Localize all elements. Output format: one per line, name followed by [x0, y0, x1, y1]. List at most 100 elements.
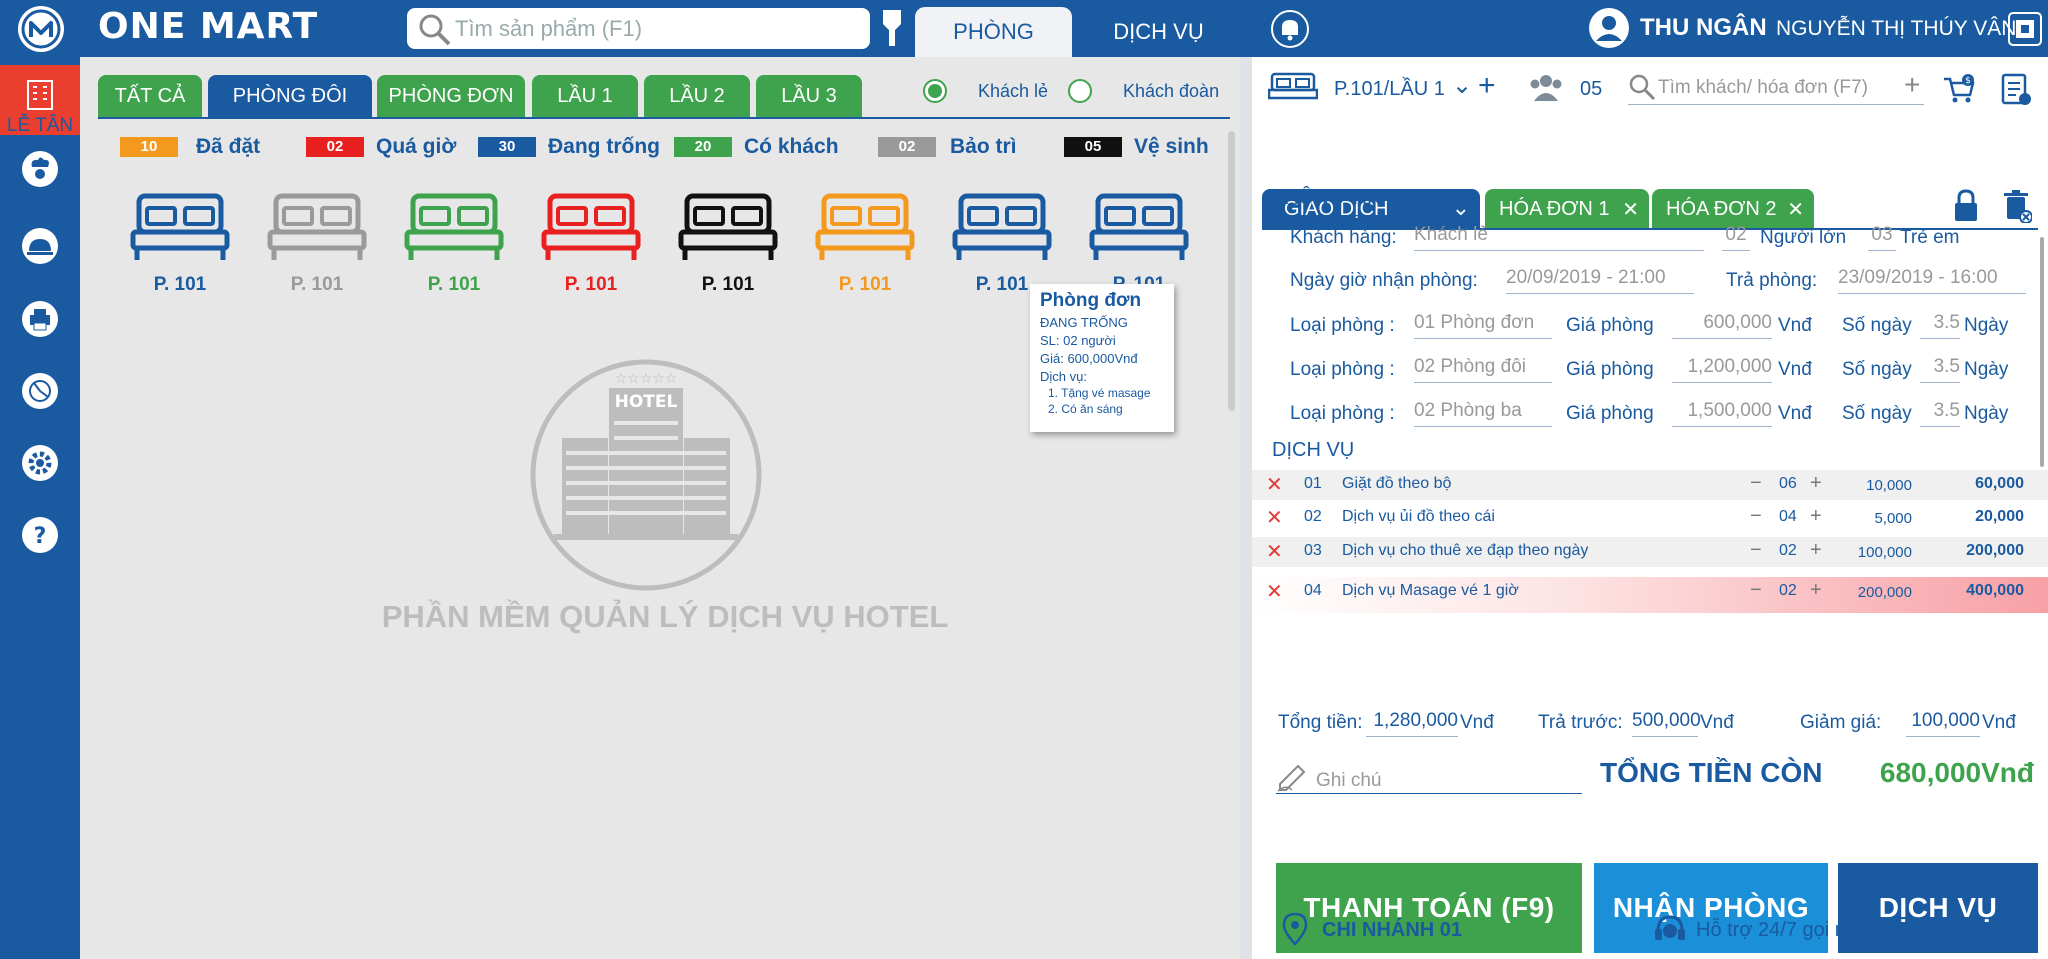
logo-icon[interactable]: [18, 6, 64, 52]
legend-label-booked: Đã đặt: [196, 135, 261, 158]
service-row[interactable]: ✕ 02 Dịch vụ ủi đồ theo cái −04 +5,000 20,000: [1252, 503, 2048, 533]
radio-group-label: Khách đoàn: [1123, 81, 1220, 101]
room-number: P. 101: [701, 274, 755, 295]
order-scrollbar[interactable]: [2040, 237, 2044, 467]
room-card[interactable]: P. 101: [673, 192, 783, 302]
room-price-label: Giá phòng: [1566, 315, 1654, 336]
tooltip-status: ĐANG TRỐNG: [1040, 315, 1128, 330]
pen-icon: [1277, 764, 1306, 792]
prepaid-input[interactable]: 500,000: [1632, 707, 1701, 737]
service-qty[interactable]: 02: [1779, 582, 1797, 600]
service-price: 5,000: [1874, 510, 1912, 527]
room-panel-scrollbar[interactable]: [1228, 131, 1235, 411]
filter-tab-all[interactable]: TẤT CẢ: [98, 75, 202, 117]
radio-group[interactable]: [1068, 79, 1092, 103]
trash-icon[interactable]: [2002, 189, 2032, 223]
room-price-input[interactable]: 1,500,000: [1672, 397, 1772, 427]
service-row[interactable]: ✕ 04 Dịch vụ Masage vé 1 giờ −02 +200,000 400…: [1252, 577, 2048, 613]
branch-name[interactable]: CHI NHÁNH 01: [1322, 919, 1462, 942]
remove-service-icon[interactable]: ✕: [1266, 472, 1283, 497]
room-card[interactable]: P. 101: [399, 192, 509, 302]
add-customer-icon[interactable]: +: [1904, 69, 1920, 101]
tab-service[interactable]: DỊCH VỤ: [1080, 7, 1237, 57]
filter-tab-single[interactable]: PHÒNG ĐƠN: [377, 75, 525, 117]
service-price: 200,000: [1857, 584, 1912, 601]
tab-room[interactable]: PHÒNG: [915, 7, 1072, 57]
close-icon[interactable]: ✕: [1622, 197, 1639, 222]
service-code: 03: [1304, 542, 1322, 559]
filter-tab-floor-1[interactable]: LẦU 1: [532, 75, 638, 117]
bell-icon[interactable]: [1270, 9, 1310, 54]
filter-tab-floor-3[interactable]: LẦU 3: [756, 75, 862, 117]
close-icon[interactable]: ✕: [1787, 197, 1804, 222]
remove-service-icon[interactable]: ✕: [1266, 505, 1283, 530]
increase-qty-icon[interactable]: +: [1810, 539, 1822, 562]
tab-underline: [98, 117, 1230, 119]
service-row[interactable]: ✕ 01 Giặt đồ theo bộ −06 +10,000 60,000: [1252, 470, 2048, 500]
decrease-qty-icon[interactable]: −: [1750, 539, 1762, 562]
children-input[interactable]: 03: [1868, 221, 1896, 251]
checklist-icon[interactable]: [2000, 71, 2032, 107]
sidebar-item-kitchen[interactable]: BẾP BAR: [0, 143, 80, 236]
remove-service-icon[interactable]: ✕: [1266, 579, 1283, 604]
guest-count[interactable]: 05: [1580, 78, 1602, 101]
increase-qty-icon[interactable]: +: [1810, 579, 1822, 602]
sidebar-item-printer[interactable]: MÁY IN: [0, 293, 80, 364]
note-input[interactable]: Ghi chú: [1276, 762, 1582, 794]
order-room[interactable]: P.101/LẦU 1: [1334, 78, 1445, 101]
qr-code-icon[interactable]: [2008, 12, 2042, 51]
sidebar-item-settings[interactable]: THIẾT LẬP: [0, 437, 80, 530]
decrease-qty-icon[interactable]: −: [1750, 579, 1762, 602]
lock-icon[interactable]: [1952, 189, 1980, 223]
days-input[interactable]: 3.5: [1920, 397, 1960, 427]
customer-search-placeholder: Tìm khách/ hóa đơn (F7): [1658, 77, 1868, 98]
adults-input[interactable]: 02: [1722, 221, 1750, 251]
customer-input[interactable]: Khách lẻ: [1414, 221, 1704, 251]
room-price-input[interactable]: 600,000: [1672, 309, 1772, 339]
brush-icon[interactable]: [880, 10, 904, 53]
checkin-input[interactable]: 20/09/2019 - 21:00: [1506, 264, 1694, 294]
days-input[interactable]: 3.5: [1920, 309, 1960, 339]
gear-icon: [22, 445, 58, 481]
hotel-caption: PHẦN MỀM QUẢN LÝ DỊCH VỤ HOTEL: [381, 599, 949, 634]
room-card[interactable]: P. 101: [262, 192, 372, 302]
add-room-icon[interactable]: +: [1478, 69, 1496, 103]
cart-icon[interactable]: $: [1942, 73, 1976, 105]
sidebar-item-service[interactable]: PHỤC VỤ: [0, 220, 80, 313]
service-qty[interactable]: 04: [1779, 508, 1797, 526]
room-type-input[interactable]: 02 Phòng ba: [1414, 397, 1552, 427]
room-card[interactable]: P. 101: [810, 192, 920, 302]
discount-input[interactable]: 100,000: [1906, 707, 1980, 737]
room-type-input[interactable]: 01 Phòng đơn: [1414, 309, 1552, 339]
room-number: P. 101: [290, 274, 344, 295]
room-type-label: Loại phòng :: [1290, 403, 1395, 424]
customer-search-input[interactable]: Tìm khách/ hóa đơn (F7) +: [1628, 69, 1924, 105]
room-type-input[interactable]: 02 Phòng đôi: [1414, 353, 1552, 383]
filter-tab-double[interactable]: PHÒNG ĐÔI: [208, 75, 372, 117]
product-search-input[interactable]: Tìm sản phẩm (F1): [407, 8, 870, 49]
user-avatar-icon[interactable]: [1588, 7, 1630, 54]
checkout-input[interactable]: 23/09/2019 - 16:00: [1838, 264, 2026, 294]
sidebar-item-shortcuts[interactable]: ? PHÍM TẮT: [0, 509, 80, 602]
filter-tab-floor-2[interactable]: LẦU 2: [644, 75, 750, 117]
decrease-qty-icon[interactable]: −: [1750, 505, 1762, 528]
increase-qty-icon[interactable]: +: [1810, 472, 1822, 495]
legend-badge-maintenance: 02: [878, 137, 936, 157]
room-price-input[interactable]: 1,200,000: [1672, 353, 1772, 383]
service-qty[interactable]: 02: [1779, 542, 1797, 560]
remove-service-icon[interactable]: ✕: [1266, 539, 1283, 564]
room-card[interactable]: P. 101: [125, 192, 235, 302]
increase-qty-icon[interactable]: +: [1810, 505, 1822, 528]
sidebar-item-reception[interactable]: LỄ TÂN: [0, 65, 80, 136]
chevron-double-down-icon[interactable]: ⌄: [1452, 71, 1472, 100]
radio-walk-in[interactable]: [923, 79, 947, 103]
sidebar-item-report[interactable]: BÁO CÁO: [0, 365, 80, 458]
decrease-qty-icon[interactable]: −: [1750, 472, 1762, 495]
service-qty[interactable]: 06: [1779, 475, 1797, 493]
bed-icon: [130, 193, 230, 260]
radio-walk-in-label: Khách lẻ: [978, 81, 1049, 101]
support-hotline[interactable]: Hỗ trợ 24/7 gọi ngay 0899.008.199: [1696, 919, 2006, 942]
service-row[interactable]: ✕ 03 Dịch vụ cho thuê xe đạp theo ngày −02 +…: [1252, 537, 2048, 567]
room-card[interactable]: P. 101: [536, 192, 646, 302]
days-input[interactable]: 3.5: [1920, 353, 1960, 383]
